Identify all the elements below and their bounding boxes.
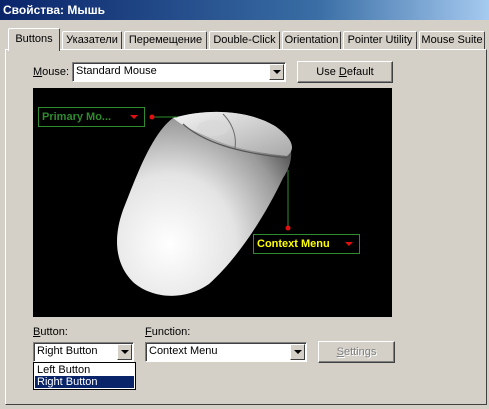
settings-button[interactable]: Settings xyxy=(318,341,395,363)
mouse-select-value: Standard Mouse xyxy=(76,65,157,77)
mouse-illustration: Primary Mo... Context Menu xyxy=(33,88,392,317)
chevron-down-icon[interactable] xyxy=(290,344,305,360)
dropdown-arrow-icon xyxy=(130,115,138,119)
tab-motion[interactable]: Перемещение xyxy=(124,31,207,50)
tab-orientation[interactable]: Orientation xyxy=(282,31,341,50)
chevron-down-icon[interactable] xyxy=(117,344,132,360)
tab-buttons[interactable]: Buttons xyxy=(8,28,60,51)
chevron-down-icon[interactable] xyxy=(269,64,284,80)
primary-callout-text: Primary Mo... xyxy=(42,111,112,123)
use-default-button[interactable]: Use Default xyxy=(297,61,393,83)
button-select[interactable]: Right Button xyxy=(33,342,134,362)
button-select-value: Right Button xyxy=(37,345,98,357)
tab-double-click[interactable]: Double-Click xyxy=(209,31,280,50)
tab-pointers[interactable]: Указатели xyxy=(62,31,122,50)
option-right-button[interactable]: Right Button xyxy=(35,376,134,388)
function-select-value: Context Menu xyxy=(149,345,218,357)
window-title: Свойства: Мышь xyxy=(0,0,489,20)
button-dropdown-list: Left Button Right Button xyxy=(33,362,136,390)
mouse-select[interactable]: Standard Mouse xyxy=(72,62,286,82)
tab-strip: Указатели Перемещение Double-Click Orien… xyxy=(0,28,489,51)
dropdown-arrow-icon xyxy=(345,242,353,246)
option-left-button[interactable]: Left Button xyxy=(35,364,134,376)
function-label: Function: xyxy=(145,326,191,338)
function-select[interactable]: Context Menu xyxy=(145,342,307,362)
tab-mouse-suite[interactable]: Mouse Suite xyxy=(419,31,485,50)
button-label: Button: xyxy=(33,326,68,338)
context-menu-callout[interactable]: Context Menu xyxy=(253,234,360,254)
context-callout-text: Context Menu xyxy=(257,238,330,250)
mouse-label: Mouse: xyxy=(33,66,70,78)
tab-pointer-utility[interactable]: Pointer Utility xyxy=(343,31,417,50)
primary-button-callout[interactable]: Primary Mo... xyxy=(38,107,145,127)
